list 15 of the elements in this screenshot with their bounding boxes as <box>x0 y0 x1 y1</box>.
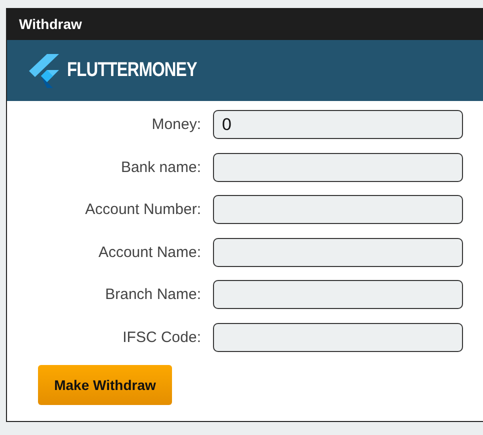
input-field[interactable] <box>213 238 463 266</box>
field-label: Money: <box>150 116 201 133</box>
make-withdraw-button[interactable]: Make Withdraw <box>38 365 172 405</box>
input-field[interactable]: 0 <box>213 110 463 139</box>
field-label: Branch Name: <box>104 286 201 303</box>
input-field[interactable] <box>213 195 463 224</box>
field-label: IFSC Code: <box>122 328 201 346</box>
input-field[interactable] <box>213 280 463 309</box>
input-field[interactable] <box>213 322 463 352</box>
logo-text: FLUTTERMONEY <box>67 59 197 82</box>
field-label: Bank name: <box>120 158 201 176</box>
field-label: Account Name: <box>97 244 201 260</box>
field-label: Account Number: <box>84 201 201 218</box>
window-title: Withdraw <box>19 16 82 32</box>
input-field[interactable] <box>213 152 463 182</box>
